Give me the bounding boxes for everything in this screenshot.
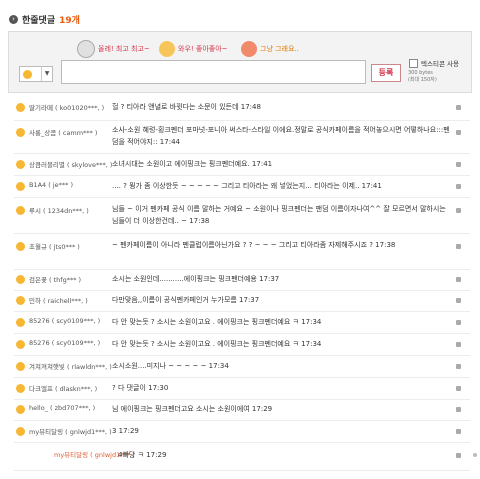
comment-nick[interactable]: 사롱_상콤 ( camm*** ) — [29, 127, 119, 137]
smiley-icon — [16, 362, 25, 371]
smiley-icon — [16, 103, 25, 112]
smiley-icon — [16, 182, 25, 191]
smiley-icon — [16, 128, 25, 137]
comment-text: ? 다 댓글이 17:30 — [112, 384, 169, 392]
report-icon[interactable] — [456, 184, 461, 189]
comment-nick[interactable]: 민하 ( raichell***, ) — [29, 295, 119, 305]
comment-text: 헐 ? 티아라 앤녈로 바뀟다는 소문이 있든데 17:48 — [112, 103, 261, 111]
textcon-checkbox[interactable] — [409, 58, 418, 68]
textcon-toggle[interactable]: 텍스티콘 사용 — [409, 58, 459, 68]
comment-nick[interactable]: 85276 ( scy0109***, ) — [29, 339, 119, 347]
quick-reply-2[interactable]: 와우! 좋아좋아~ — [159, 40, 228, 58]
report-icon[interactable] — [456, 407, 461, 412]
comment-nick[interactable]: my뷰티달링 ( gnlwjd1***, ) — [29, 426, 119, 436]
comment-count: 19개 — [59, 15, 80, 26]
delete-icon[interactable] — [473, 453, 477, 457]
smiley-icon — [16, 160, 25, 169]
comment-title: 한줄댓글 — [22, 15, 56, 26]
comment-row: 겨쳐져쳐햇빛 ( rlawldn***, ) 소시소원....미지나 ~ ~ ~… — [14, 355, 470, 378]
comment-text: 다 안 맞는듯 ? 소시는 소원이고요 . 에이핑크는 핑크펜더예요 ㅋ 17:… — [112, 340, 322, 348]
report-icon[interactable] — [456, 105, 461, 110]
quick-reply-3[interactable]: 그냥 그래요.. — [241, 40, 299, 58]
report-icon[interactable] — [456, 342, 461, 347]
smiley-icon — [16, 296, 25, 305]
report-icon[interactable] — [456, 244, 461, 249]
comment-text: 소시소원....미지나 ~ ~ ~ ~ ~ 17:34 — [112, 362, 229, 370]
comment-row: 사롱_상콤 ( camm*** ) 소사-소원 혜렁-횡크펜더 포마넛-포니아 … — [14, 120, 470, 154]
report-icon[interactable] — [456, 208, 461, 213]
comment-text: 님들 ~ 이거 펜카페 공식 이름 말하는 거예요 ~ 소원이나 핑크펜더는 팬… — [112, 205, 446, 225]
report-icon[interactable] — [456, 386, 461, 391]
smiley-icon — [16, 427, 25, 436]
smiley-icon — [16, 318, 25, 327]
comment-row: 루시 ( 1234dn***, ) 님들 ~ 이거 펜카페 공식 이름 말하는 … — [14, 197, 470, 234]
chevron-down-icon: ▼ — [41, 67, 52, 81]
report-icon[interactable] — [456, 130, 461, 135]
report-icon[interactable] — [456, 364, 461, 369]
comment-nick[interactable]: B1A4 ( je*** ) — [29, 181, 119, 189]
smiley-icon — [16, 405, 25, 414]
comment-text: ~ 펜카페이름이 아니라 펜클럽이름아닌가요 ? ? ~ ~ ~ 그리고 티아라… — [112, 241, 396, 249]
smiley-icon — [16, 340, 25, 349]
comment-form: 올레! 최고 최고~ 와우! 좋아좋아~ 그냥 그래요.. ▼ 등록 텍스티콘 … — [8, 31, 472, 93]
comment-nick[interactable]: 딸기라떼 ( ko01020***, ) — [29, 102, 119, 112]
comment-row: 85276 ( scy0109***, ) 다 안 맞는듯 ? 소시는 소원이고… — [14, 311, 470, 334]
comment-panel: › 한줄댓글 19개 올레! 최고 최고~ 와우! 좋아좋아~ 그냥 그래요..… — [0, 0, 480, 479]
comment-nick[interactable]: 겨쳐져쳐햇빛 ( rlawldn***, ) — [29, 361, 119, 371]
shrug-emoticon-icon — [241, 41, 257, 57]
quick-reply-1[interactable]: 올레! 최고 최고~ — [77, 40, 150, 58]
smiley-icon — [16, 242, 25, 251]
comment-nick[interactable]: 상큼러블리별 ( skylove***, ) — [29, 159, 119, 169]
report-icon[interactable] — [456, 298, 461, 303]
thumbs-up-emoticon-icon — [159, 41, 175, 57]
dog-emoticon-icon — [77, 40, 95, 58]
comment-text: 님 에이핑크는 핑크펜더고요 소시는 소원이에여 17:29 — [112, 405, 273, 413]
textcon-label: 텍스티콘 사용 — [421, 60, 459, 68]
comment-nick[interactable]: hello_ ( zbd707***, ) — [29, 404, 119, 412]
comment-row: 딸기라떼 ( ko01020***, ) 헐 ? 티아라 앤녈로 바뀟다는 소문… — [14, 94, 470, 121]
comment-text: 소시는 소원인데...........에이핑크는 핑크펜더예용 17:37 — [112, 275, 280, 283]
comment-text: 다 안 맞는듯 ? 소시는 소원이고요 . 에이핑크는 핑크펜더예요 ㅋ 17:… — [112, 318, 322, 326]
comment-row: 다크엘프 ( dlaskn***, ) ? 다 댓글이 17:30 — [14, 377, 470, 400]
smiley-icon — [23, 69, 32, 79]
comment-text: 다만맞음,,이름이 공식펜카페인거 누가모름 17:37 — [112, 296, 260, 304]
comment-row: B1A4 ( je*** ) .... ? 뭥가 좀 이상한듯 ~ ~ ~ ~ … — [14, 175, 470, 198]
comment-row: 상큼러블리별 ( skylove***, ) 소녀시대는 소원이고 에이핑크는 … — [14, 153, 470, 176]
comment-row: hello_ ( zbd707***, ) 님 에이핑크는 핑크펜더고요 소시는… — [14, 399, 470, 421]
report-icon[interactable] — [456, 429, 461, 434]
byte-counter: 300 bytes (최대 150자) — [408, 70, 437, 83]
report-icon[interactable] — [456, 277, 461, 282]
comment-text: 3 17:29 — [112, 427, 139, 435]
smiley-icon — [16, 275, 25, 284]
comment-nick[interactable]: 초월규 ( jts0*** ) — [29, 241, 119, 251]
comment-text: .... ? 뭥가 좀 이상한듯 ~ ~ ~ ~ ~ 그리고 티아라는 왜 넣었… — [112, 182, 382, 190]
comment-nick[interactable]: 다크엘프 ( dlaskn***, ) — [29, 383, 119, 393]
reply-text: 4빠당 ㅋ 17:29 — [118, 451, 167, 459]
comment-row: 초월규 ( jts0*** ) ~ 펜카페이름이 아니라 펜클럽이름아닌가요 ?… — [14, 233, 470, 270]
comment-row: my뷰티달링 ( gnlwjd1***, ) 3 17:29 — [14, 420, 470, 443]
smiley-icon — [16, 206, 25, 215]
emoticon-select[interactable]: ▼ — [19, 66, 53, 82]
comment-row: 85276 ( scy0109***, ) 다 안 맞는듯 ? 소시는 소원이고… — [14, 333, 470, 356]
reply-row: my뷰티달링 ( gnlwjd1*** ) 4빠당 ㅋ 17:29 — [14, 442, 477, 471]
smiley-icon — [16, 384, 25, 393]
comment-text: 소사-소원 혜렁-횡크펜더 포마넛-포니아 써스타-스타일 이에요.정말로 공식… — [112, 126, 450, 146]
comment-header: › 한줄댓글 19개 — [9, 12, 80, 26]
register-button[interactable]: 등록 — [371, 64, 401, 82]
report-icon[interactable] — [456, 320, 461, 325]
report-icon[interactable] — [456, 453, 461, 458]
report-icon[interactable] — [456, 162, 461, 167]
chevron-right-icon: › — [9, 14, 18, 24]
comment-row: 검은꽃 ( thfg*** ) 소시는 소원인데...........에이핑크는… — [14, 269, 470, 291]
comment-textarea[interactable] — [61, 60, 366, 84]
comment-nick[interactable]: 검은꽃 ( thfg*** ) — [29, 274, 119, 284]
comment-row: 민하 ( raichell***, ) 다만맞음,,이름이 공식펜카페인거 누가… — [14, 290, 470, 312]
comment-nick[interactable]: 루시 ( 1234dn***, ) — [29, 205, 119, 215]
comment-nick[interactable]: 85276 ( scy0109***, ) — [29, 317, 119, 325]
comment-text: 소녀시대는 소원이고 에이핑크는 핑크펜더예요. 17:41 — [112, 160, 273, 168]
